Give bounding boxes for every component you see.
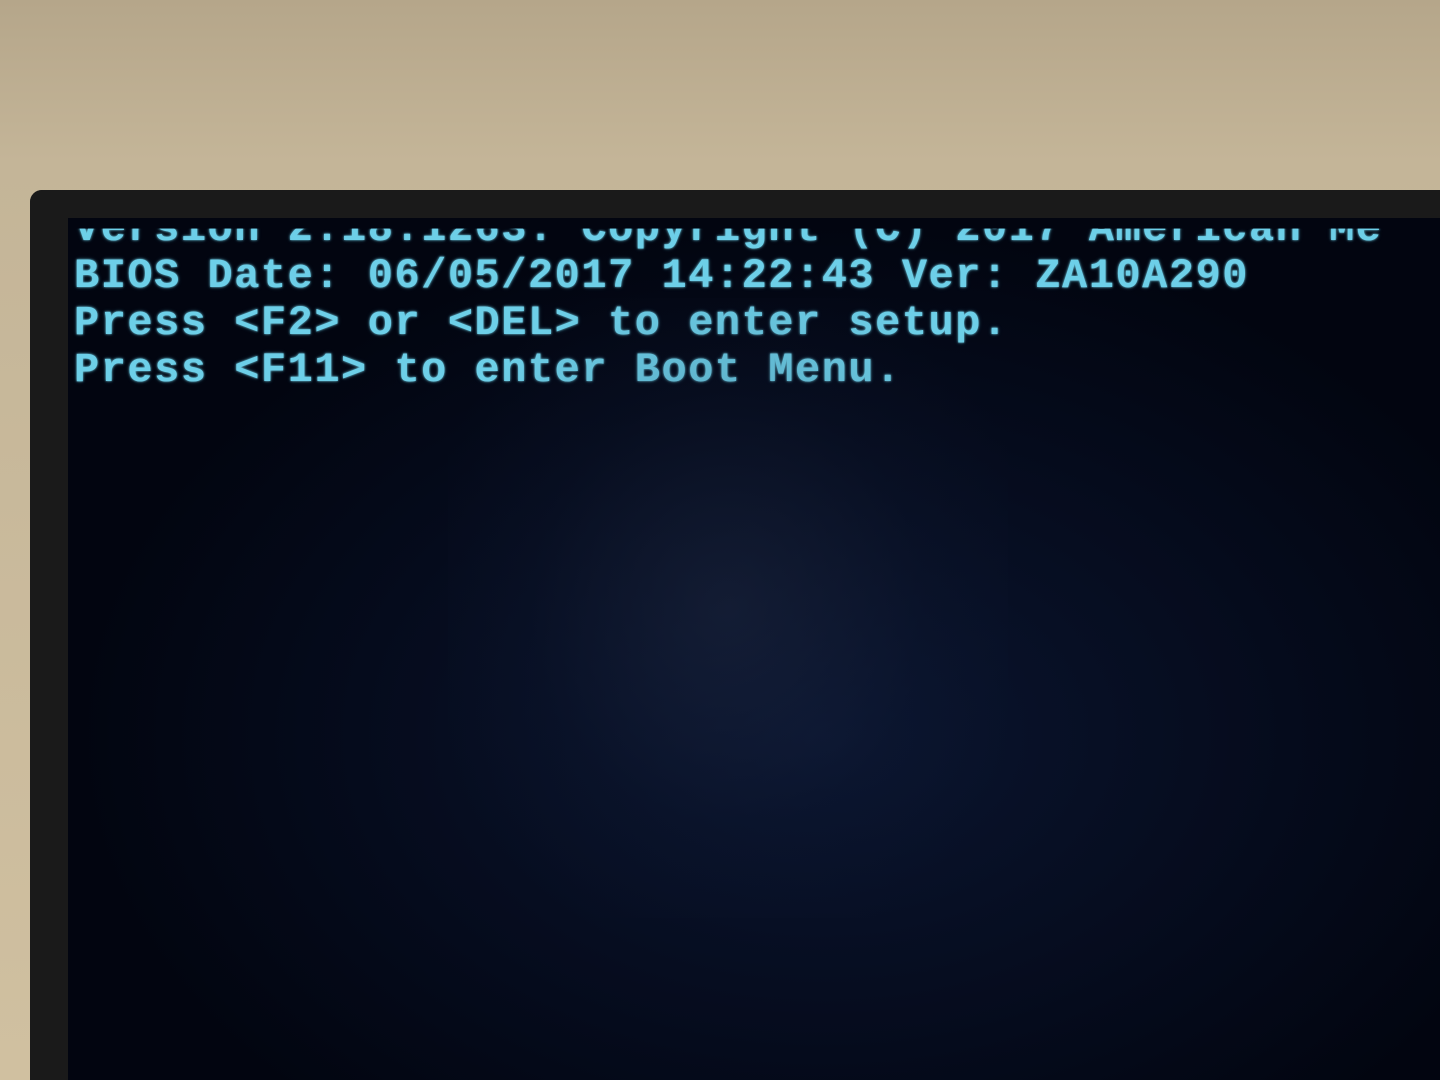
- bios-post-screen: Version 2.18.1263. Copyright (C) 2017 Am…: [68, 218, 1440, 1080]
- bios-text-block: Version 2.18.1263. Copyright (C) 2017 Am…: [74, 206, 1440, 394]
- bios-date-line: BIOS Date: 06/05/2017 14:22:43 Ver: ZA10…: [74, 253, 1440, 300]
- bios-bootmenu-prompt: Press <F11> to enter Boot Menu.: [74, 347, 1440, 394]
- monitor-bezel: Version 2.18.1263. Copyright (C) 2017 Am…: [30, 190, 1440, 1080]
- bios-setup-prompt: Press <F2> or <DEL> to enter setup.: [74, 300, 1440, 347]
- bios-version-line: Version 2.18.1263. Copyright (C) 2017 Am…: [74, 206, 1440, 253]
